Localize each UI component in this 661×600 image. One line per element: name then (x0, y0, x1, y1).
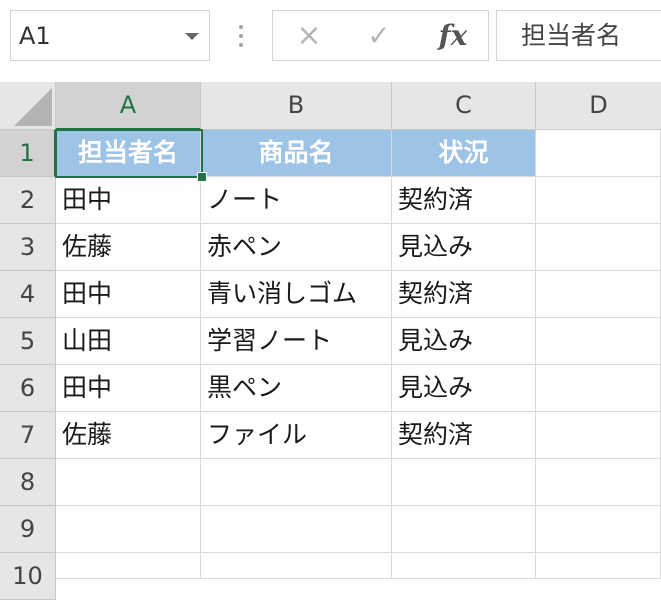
row-header-6[interactable]: 6 (0, 365, 56, 412)
cell-b6[interactable]: 黒ペン (201, 365, 392, 412)
cell-a5[interactable]: 山田 (56, 318, 201, 365)
cell-d9[interactable] (536, 506, 661, 553)
row-header-1[interactable]: 1 (0, 130, 56, 177)
cell-c10[interactable] (392, 553, 536, 579)
row-header-7[interactable]: 7 (0, 412, 56, 459)
cell-c1[interactable]: 状況 (392, 130, 536, 177)
cell-c6[interactable]: 見込み (392, 365, 536, 412)
cell-c5[interactable]: 見込み (392, 318, 536, 365)
cell-d6[interactable] (536, 365, 661, 412)
cancel-icon[interactable]: × (289, 11, 329, 60)
cell-c9[interactable] (392, 506, 536, 553)
column-header-d[interactable]: D (536, 82, 661, 130)
name-box[interactable]: A1 (10, 10, 210, 61)
cell-b7[interactable]: ファイル (201, 412, 392, 459)
cell-a2[interactable]: 田中 (56, 177, 201, 224)
cell-d2[interactable] (536, 177, 661, 224)
row-header-2[interactable]: 2 (0, 177, 56, 224)
column-header-a[interactable]: A (56, 82, 201, 130)
column-header-b[interactable]: B (201, 82, 392, 130)
cell-d1[interactable] (536, 130, 661, 177)
cell-b1[interactable]: 商品名 (201, 130, 392, 177)
cell-b5[interactable]: 学習ノート (201, 318, 392, 365)
cell-a1[interactable]: 担当者名 (56, 130, 201, 177)
cell-a4[interactable]: 田中 (56, 271, 201, 318)
fill-handle[interactable] (197, 172, 207, 182)
cell-d7[interactable] (536, 412, 661, 459)
cell-b2[interactable]: ノート (201, 177, 392, 224)
cell-a3[interactable]: 佐藤 (56, 224, 201, 271)
drag-handle-icon[interactable] (239, 25, 243, 49)
column-header-c[interactable]: C (392, 82, 536, 130)
name-box-value: A1 (19, 22, 51, 50)
cell-b3[interactable]: 赤ペン (201, 224, 392, 271)
row-header-8[interactable]: 8 (0, 459, 56, 506)
cell-b9[interactable] (201, 506, 392, 553)
cell-c2[interactable]: 契約済 (392, 177, 536, 224)
cell-b10[interactable] (201, 553, 392, 579)
cell-c8[interactable] (392, 459, 536, 506)
cell-b8[interactable] (201, 459, 392, 506)
insert-function-icon[interactable]: fx (431, 11, 475, 60)
formula-text: 担当者名 (521, 21, 622, 50)
cell-c3[interactable]: 見込み (392, 224, 536, 271)
formula-input[interactable]: 担当者名 (496, 10, 661, 61)
cell-a7[interactable]: 佐藤 (56, 412, 201, 459)
cell-d10[interactable] (536, 553, 661, 579)
cell-c7[interactable]: 契約済 (392, 412, 536, 459)
cell-b4[interactable]: 青い消しゴム (201, 271, 392, 318)
cell-d4[interactable] (536, 271, 661, 318)
cell-c4[interactable]: 契約済 (392, 271, 536, 318)
cell-a6[interactable]: 田中 (56, 365, 201, 412)
select-all-button[interactable] (0, 82, 56, 130)
formula-buttons: × ✓ fx (272, 10, 489, 61)
row-header-10[interactable]: 10 (0, 553, 56, 600)
row-header-9[interactable]: 9 (0, 506, 56, 553)
cell-d8[interactable] (536, 459, 661, 506)
row-header-3[interactable]: 3 (0, 224, 56, 271)
row-header-5[interactable]: 5 (0, 318, 56, 365)
cell-a9[interactable] (56, 506, 201, 553)
formula-bar: A1 × ✓ fx 担当者名 (0, 0, 661, 80)
enter-icon[interactable]: ✓ (359, 11, 399, 60)
cell-a10[interactable] (56, 553, 201, 579)
chevron-down-icon[interactable] (185, 33, 199, 40)
cell-d5[interactable] (536, 318, 661, 365)
row-header-4[interactable]: 4 (0, 271, 56, 318)
cell-a8[interactable] (56, 459, 201, 506)
cell-d3[interactable] (536, 224, 661, 271)
